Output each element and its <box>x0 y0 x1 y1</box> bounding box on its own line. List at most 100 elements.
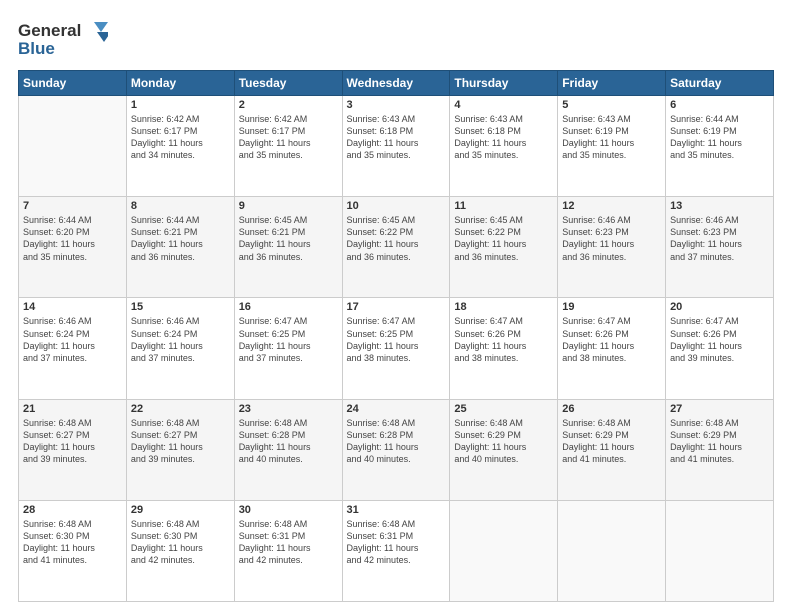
weekday-header: Monday <box>126 71 234 96</box>
day-info: Sunrise: 6:45 AMSunset: 6:22 PMDaylight:… <box>454 214 553 263</box>
day-number: 18 <box>454 301 553 313</box>
day-number: 8 <box>131 200 230 212</box>
day-number: 27 <box>670 403 769 415</box>
day-number: 26 <box>562 403 661 415</box>
calendar-cell: 14 Sunrise: 6:46 AMSunset: 6:24 PMDayligh… <box>19 298 127 399</box>
day-info: Sunrise: 6:48 AMSunset: 6:28 PMDaylight:… <box>239 417 338 466</box>
calendar-cell: 6 Sunrise: 6:44 AMSunset: 6:19 PMDaylight… <box>666 96 774 197</box>
day-info: Sunrise: 6:42 AMSunset: 6:17 PMDaylight:… <box>239 113 338 162</box>
day-info: Sunrise: 6:44 AMSunset: 6:19 PMDaylight:… <box>670 113 769 162</box>
day-info: Sunrise: 6:48 AMSunset: 6:30 PMDaylight:… <box>23 518 122 567</box>
logo-svg: General Blue <box>18 18 108 60</box>
day-number: 24 <box>347 403 446 415</box>
day-info: Sunrise: 6:43 AMSunset: 6:18 PMDaylight:… <box>347 113 446 162</box>
day-info: Sunrise: 6:47 AMSunset: 6:26 PMDaylight:… <box>670 315 769 364</box>
day-info: Sunrise: 6:47 AMSunset: 6:25 PMDaylight:… <box>347 315 446 364</box>
day-info: Sunrise: 6:48 AMSunset: 6:29 PMDaylight:… <box>454 417 553 466</box>
calendar-cell: 10 Sunrise: 6:45 AMSunset: 6:22 PMDayligh… <box>342 197 450 298</box>
day-number: 1 <box>131 99 230 111</box>
day-number: 23 <box>239 403 338 415</box>
calendar-cell: 30 Sunrise: 6:48 AMSunset: 6:31 PMDayligh… <box>234 500 342 601</box>
calendar-cell: 18 Sunrise: 6:47 AMSunset: 6:26 PMDayligh… <box>450 298 558 399</box>
day-number: 9 <box>239 200 338 212</box>
day-info: Sunrise: 6:48 AMSunset: 6:31 PMDaylight:… <box>239 518 338 567</box>
day-number: 10 <box>347 200 446 212</box>
day-number: 15 <box>131 301 230 313</box>
day-info: Sunrise: 6:45 AMSunset: 6:21 PMDaylight:… <box>239 214 338 263</box>
day-number: 3 <box>347 99 446 111</box>
calendar-cell: 31 Sunrise: 6:48 AMSunset: 6:31 PMDayligh… <box>342 500 450 601</box>
day-number: 2 <box>239 99 338 111</box>
day-number: 25 <box>454 403 553 415</box>
day-number: 7 <box>23 200 122 212</box>
day-info: Sunrise: 6:48 AMSunset: 6:27 PMDaylight:… <box>23 417 122 466</box>
calendar-cell <box>450 500 558 601</box>
page: General Blue SundayMondayTuesdayWednesda… <box>0 0 792 612</box>
calendar-cell: 5 Sunrise: 6:43 AMSunset: 6:19 PMDaylight… <box>558 96 666 197</box>
calendar-cell: 11 Sunrise: 6:45 AMSunset: 6:22 PMDayligh… <box>450 197 558 298</box>
day-info: Sunrise: 6:47 AMSunset: 6:26 PMDaylight:… <box>562 315 661 364</box>
day-number: 28 <box>23 504 122 516</box>
day-info: Sunrise: 6:47 AMSunset: 6:25 PMDaylight:… <box>239 315 338 364</box>
calendar-table: SundayMondayTuesdayWednesdayThursdayFrid… <box>18 70 774 602</box>
calendar-cell: 12 Sunrise: 6:46 AMSunset: 6:23 PMDayligh… <box>558 197 666 298</box>
day-number: 29 <box>131 504 230 516</box>
day-info: Sunrise: 6:42 AMSunset: 6:17 PMDaylight:… <box>131 113 230 162</box>
header: General Blue <box>18 18 774 60</box>
day-info: Sunrise: 6:44 AMSunset: 6:21 PMDaylight:… <box>131 214 230 263</box>
calendar-cell <box>666 500 774 601</box>
weekday-header: Sunday <box>19 71 127 96</box>
calendar-cell: 29 Sunrise: 6:48 AMSunset: 6:30 PMDayligh… <box>126 500 234 601</box>
calendar-cell: 26 Sunrise: 6:48 AMSunset: 6:29 PMDayligh… <box>558 399 666 500</box>
day-number: 17 <box>347 301 446 313</box>
calendar-cell: 3 Sunrise: 6:43 AMSunset: 6:18 PMDaylight… <box>342 96 450 197</box>
weekday-header: Saturday <box>666 71 774 96</box>
day-number: 14 <box>23 301 122 313</box>
calendar-cell: 7 Sunrise: 6:44 AMSunset: 6:20 PMDaylight… <box>19 197 127 298</box>
day-number: 11 <box>454 200 553 212</box>
day-info: Sunrise: 6:48 AMSunset: 6:31 PMDaylight:… <box>347 518 446 567</box>
weekday-header: Tuesday <box>234 71 342 96</box>
calendar-cell: 4 Sunrise: 6:43 AMSunset: 6:18 PMDaylight… <box>450 96 558 197</box>
calendar-cell: 22Sunrise: 6:48 AMSunset: 6:27 PMDayligh… <box>126 399 234 500</box>
calendar-cell: 15Sunrise: 6:46 AMSunset: 6:24 PMDayligh… <box>126 298 234 399</box>
day-number: 5 <box>562 99 661 111</box>
day-number: 20 <box>670 301 769 313</box>
day-number: 12 <box>562 200 661 212</box>
calendar-cell: 19 Sunrise: 6:47 AMSunset: 6:26 PMDayligh… <box>558 298 666 399</box>
day-number: 19 <box>562 301 661 313</box>
day-number: 31 <box>347 504 446 516</box>
calendar-cell: 21 Sunrise: 6:48 AMSunset: 6:27 PMDayligh… <box>19 399 127 500</box>
calendar-cell: 17 Sunrise: 6:47 AMSunset: 6:25 PMDayligh… <box>342 298 450 399</box>
calendar-cell: 8 Sunrise: 6:44 AMSunset: 6:21 PMDaylight… <box>126 197 234 298</box>
weekday-header: Thursday <box>450 71 558 96</box>
day-number: 6 <box>670 99 769 111</box>
day-info: Sunrise: 6:48 AMSunset: 6:30 PMDaylight:… <box>131 518 230 567</box>
day-info: Sunrise: 6:43 AMSunset: 6:19 PMDaylight:… <box>562 113 661 162</box>
day-number: 4 <box>454 99 553 111</box>
day-number: 13 <box>670 200 769 212</box>
calendar-cell: 1 Sunrise: 6:42 AMSunset: 6:17 PMDaylight… <box>126 96 234 197</box>
weekday-header: Wednesday <box>342 71 450 96</box>
calendar-cell: 20 Sunrise: 6:47 AMSunset: 6:26 PMDayligh… <box>666 298 774 399</box>
day-info: Sunrise: 6:48 AMSunset: 6:28 PMDaylight:… <box>347 417 446 466</box>
calendar-cell: 24 Sunrise: 6:48 AMSunset: 6:28 PMDayligh… <box>342 399 450 500</box>
day-info: Sunrise: 6:46 AMSunset: 6:23 PMDaylight:… <box>562 214 661 263</box>
calendar-cell: 28 Sunrise: 6:48 AMSunset: 6:30 PMDayligh… <box>19 500 127 601</box>
calendar-cell: 25 Sunrise: 6:48 AMSunset: 6:29 PMDayligh… <box>450 399 558 500</box>
day-info: Sunrise: 6:45 AMSunset: 6:22 PMDaylight:… <box>347 214 446 263</box>
day-info: Sunrise: 6:48 AMSunset: 6:29 PMDaylight:… <box>562 417 661 466</box>
calendar-cell: 27 Sunrise: 6:48 AMSunset: 6:29 PMDayligh… <box>666 399 774 500</box>
day-info: Sunrise: 6:43 AMSunset: 6:18 PMDaylight:… <box>454 113 553 162</box>
day-info: Sunrise: 6:47 AMSunset: 6:26 PMDaylight:… <box>454 315 553 364</box>
day-number: 21 <box>23 403 122 415</box>
day-info: Sunrise: 6:46 AMSunset: 6:24 PMDaylight:… <box>23 315 122 364</box>
day-info: Sunrise: 6:48 AMSunset: 6:27 PMDaylight:… <box>131 417 230 466</box>
svg-text:General: General <box>18 21 81 40</box>
calendar-cell <box>19 96 127 197</box>
day-info: Sunrise: 6:48 AMSunset: 6:29 PMDaylight:… <box>670 417 769 466</box>
day-info: Sunrise: 6:44 AMSunset: 6:20 PMDaylight:… <box>23 214 122 263</box>
day-number: 30 <box>239 504 338 516</box>
day-number: 16 <box>239 301 338 313</box>
day-info: Sunrise: 6:46 AMSunset: 6:23 PMDaylight:… <box>670 214 769 263</box>
